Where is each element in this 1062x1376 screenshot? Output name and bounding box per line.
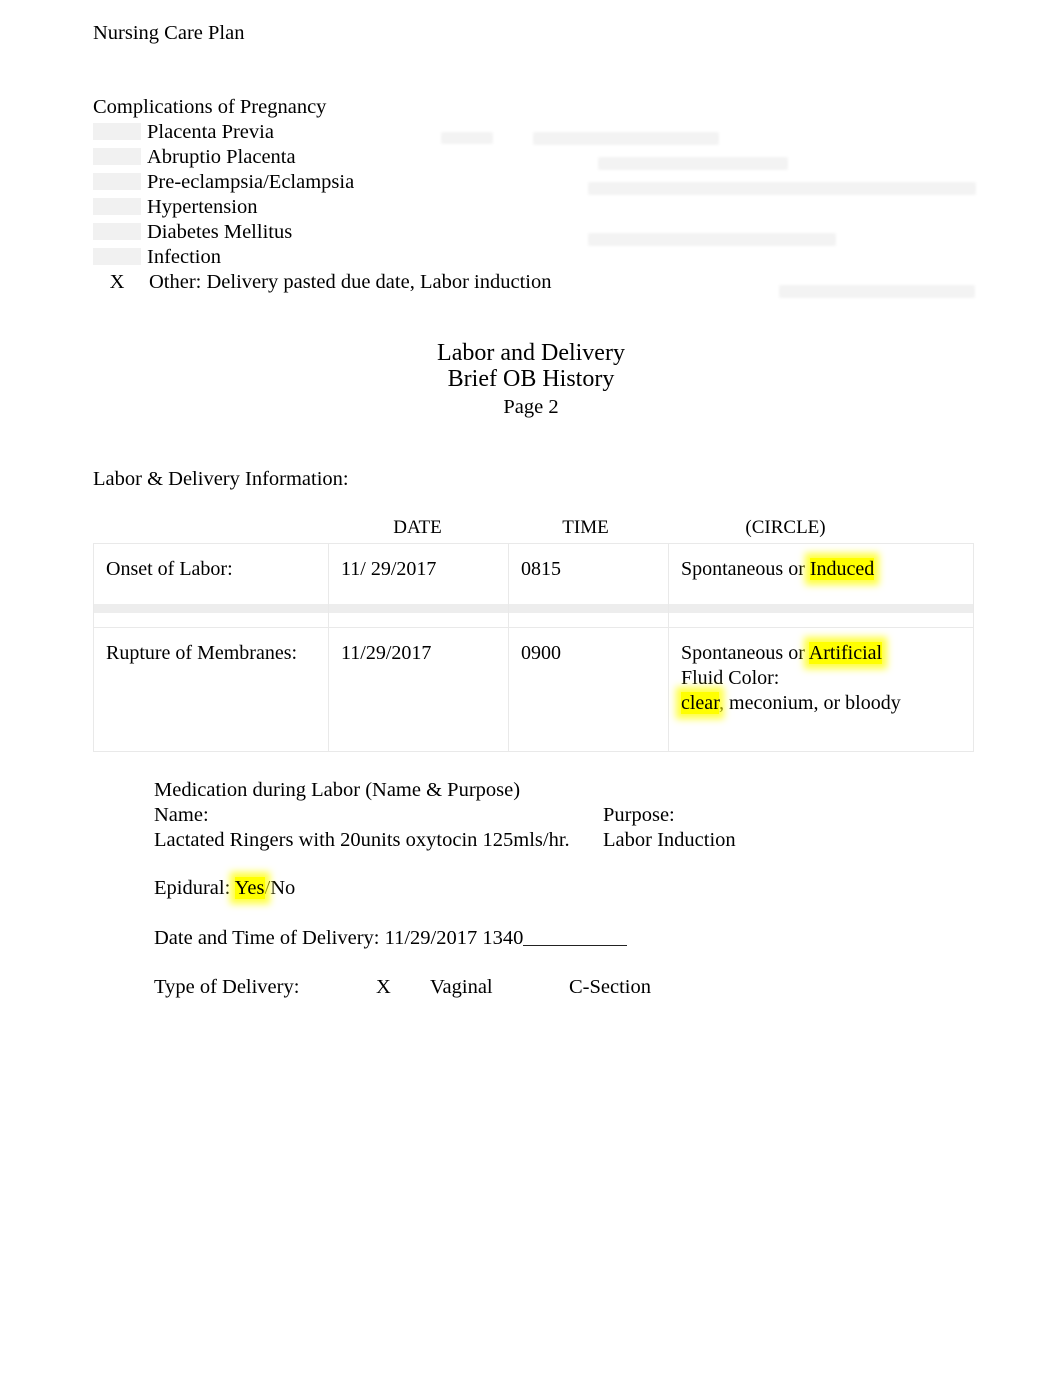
checkbox-x-mark: X: [109, 271, 125, 293]
page-title-line-1: Labor and Delivery: [437, 340, 625, 366]
list-item[interactable]: Placenta Previa: [93, 120, 551, 145]
delivery-type-vaginal-mark[interactable]: X: [376, 976, 391, 999]
list-item[interactable]: Infection: [93, 245, 551, 270]
delivery-datetime-blank-line[interactable]: [523, 928, 628, 946]
page-number-label: Page 2: [503, 396, 559, 418]
epidural-label: Epidural:: [154, 877, 235, 899]
delivery-type-blank-vaginal[interactable]: [342, 982, 442, 1002]
rom-circle-line: Spontaneous or Artificial: [681, 641, 963, 666]
delivery-datetime-line: Date and Time of Delivery: 11/29/2017 13…: [154, 927, 628, 950]
list-item-other-label: Other: Delivery pasted due date, Labor i…: [149, 271, 552, 293]
list-item-label: Hypertension: [147, 196, 258, 218]
delivery-type-option-csection[interactable]: C-Section: [569, 976, 651, 999]
checkbox-blank[interactable]: [93, 148, 141, 165]
cell-onset-circle[interactable]: Spontaneous or Induced: [668, 543, 974, 628]
table-row: Onset of Labor: 11/ 29/2017 0815 Spontan…: [93, 543, 974, 628]
erased-blank-line: [598, 157, 788, 170]
list-item-other[interactable]: X Other: Delivery pasted due date, Labor …: [93, 270, 551, 295]
delivery-type-label: Type of Delivery:: [154, 976, 300, 998]
document-header: Nursing Care Plan: [93, 22, 245, 44]
medication-values-line: Lactated Ringers with 20units oxytocin 1…: [154, 828, 736, 853]
labor-delivery-information-label: Labor & Delivery Information:: [93, 468, 349, 490]
medication-purpose-value[interactable]: Labor Induction: [603, 828, 736, 853]
cell-onset-date[interactable]: 11/ 29/2017: [328, 543, 509, 628]
fluid-color-rest: , meconium, or bloody: [719, 692, 901, 714]
checkbox-blank[interactable]: [93, 123, 141, 140]
onset-circle-selected[interactable]: Induced: [809, 558, 875, 580]
complications-list: Placenta Previa Abruptio Placenta Pre-ec…: [93, 120, 551, 295]
cell-rom-label: Rupture of Membranes:: [93, 627, 329, 752]
erased-blank-line: [779, 285, 975, 298]
list-item-label: Placenta Previa: [147, 121, 274, 143]
medication-block: Medication during Labor (Name & Purpose)…: [154, 778, 736, 853]
list-item[interactable]: Pre-eclampsia/Eclampsia: [93, 170, 551, 195]
rom-circle-prefix: Spontaneous or: [681, 642, 809, 664]
epidural-option-no[interactable]: /No: [265, 877, 296, 899]
medication-name-value[interactable]: Lactated Ringers with 20units oxytocin 1…: [154, 829, 570, 851]
delivery-type-option-vaginal[interactable]: Vaginal: [430, 976, 493, 999]
table-column-headers: DATE TIME (CIRCLE): [0, 517, 1062, 543]
list-item-label: Pre-eclampsia/Eclampsia: [147, 171, 355, 193]
list-item-label: Abruptio Placenta: [147, 146, 296, 168]
checkbox-blank[interactable]: [93, 198, 141, 215]
fluid-color-options-line: clear, meconium, or bloody: [681, 691, 963, 716]
fluid-color-label: Fluid Color:: [681, 667, 780, 689]
rom-circle-selected[interactable]: Artificial: [808, 642, 883, 664]
checkbox-blank[interactable]: [93, 248, 141, 265]
cell-rom-date[interactable]: 11/29/2017: [328, 627, 509, 752]
erased-blank-line: [588, 182, 976, 195]
delivery-datetime-label: Date and Time of Delivery:: [154, 927, 385, 949]
list-item-label: Infection: [147, 246, 221, 268]
document-page: Nursing Care Plan Complications of Pregn…: [0, 0, 1062, 1376]
cell-rom-circle[interactable]: Spontaneous or Artificial Fluid Color: c…: [668, 627, 974, 752]
fluid-color-selected[interactable]: clear: [681, 692, 720, 714]
list-item[interactable]: Diabetes Mellitus: [93, 220, 551, 245]
cell-onset-label: Onset of Labor:: [93, 543, 329, 628]
table-row: Rupture of Membranes: 11/29/2017 0900 Sp…: [93, 627, 974, 752]
labor-delivery-table: Onset of Labor: 11/ 29/2017 0815 Spontan…: [93, 543, 974, 752]
complications-of-pregnancy-block: Complications of Pregnancy Placenta Prev…: [90, 95, 551, 295]
checkbox-blank[interactable]: [93, 223, 141, 240]
complications-heading: Complications of Pregnancy: [90, 96, 333, 118]
list-item[interactable]: Abruptio Placenta: [93, 145, 551, 170]
column-header-circle: (CIRCLE): [745, 517, 826, 538]
cell-rom-time[interactable]: 0900: [508, 627, 669, 752]
medication-heading: Medication during Labor (Name & Purpose): [154, 779, 521, 801]
list-item-label: Diabetes Mellitus: [147, 221, 293, 243]
column-header-date: DATE: [393, 517, 442, 538]
erased-blank-line: [588, 233, 836, 246]
medication-name-label: Name:: [154, 804, 209, 826]
column-header-time: TIME: [562, 517, 609, 538]
checkbox-blank[interactable]: [93, 173, 141, 190]
page-title-block: Labor and Delivery Brief OB History Page…: [0, 340, 1062, 420]
epidural-selected-yes[interactable]: Yes: [234, 877, 265, 899]
onset-circle-prefix: Spontaneous or: [681, 558, 810, 580]
checkbox-checked-x[interactable]: X: [93, 270, 149, 295]
delivery-datetime-value[interactable]: 11/29/2017 1340: [385, 927, 524, 949]
list-item[interactable]: Hypertension: [93, 195, 551, 220]
cell-onset-time[interactable]: 0815: [508, 543, 669, 628]
page-title-line-2: Brief OB History: [447, 366, 615, 392]
delivery-type-blank-csection[interactable]: [506, 982, 574, 1002]
erased-blank-line: [533, 132, 719, 145]
medication-purpose-label: Purpose:: [603, 804, 675, 826]
epidural-line: Epidural: Yes/No: [154, 877, 295, 900]
medication-labels-line: Name: Purpose:: [154, 803, 675, 828]
